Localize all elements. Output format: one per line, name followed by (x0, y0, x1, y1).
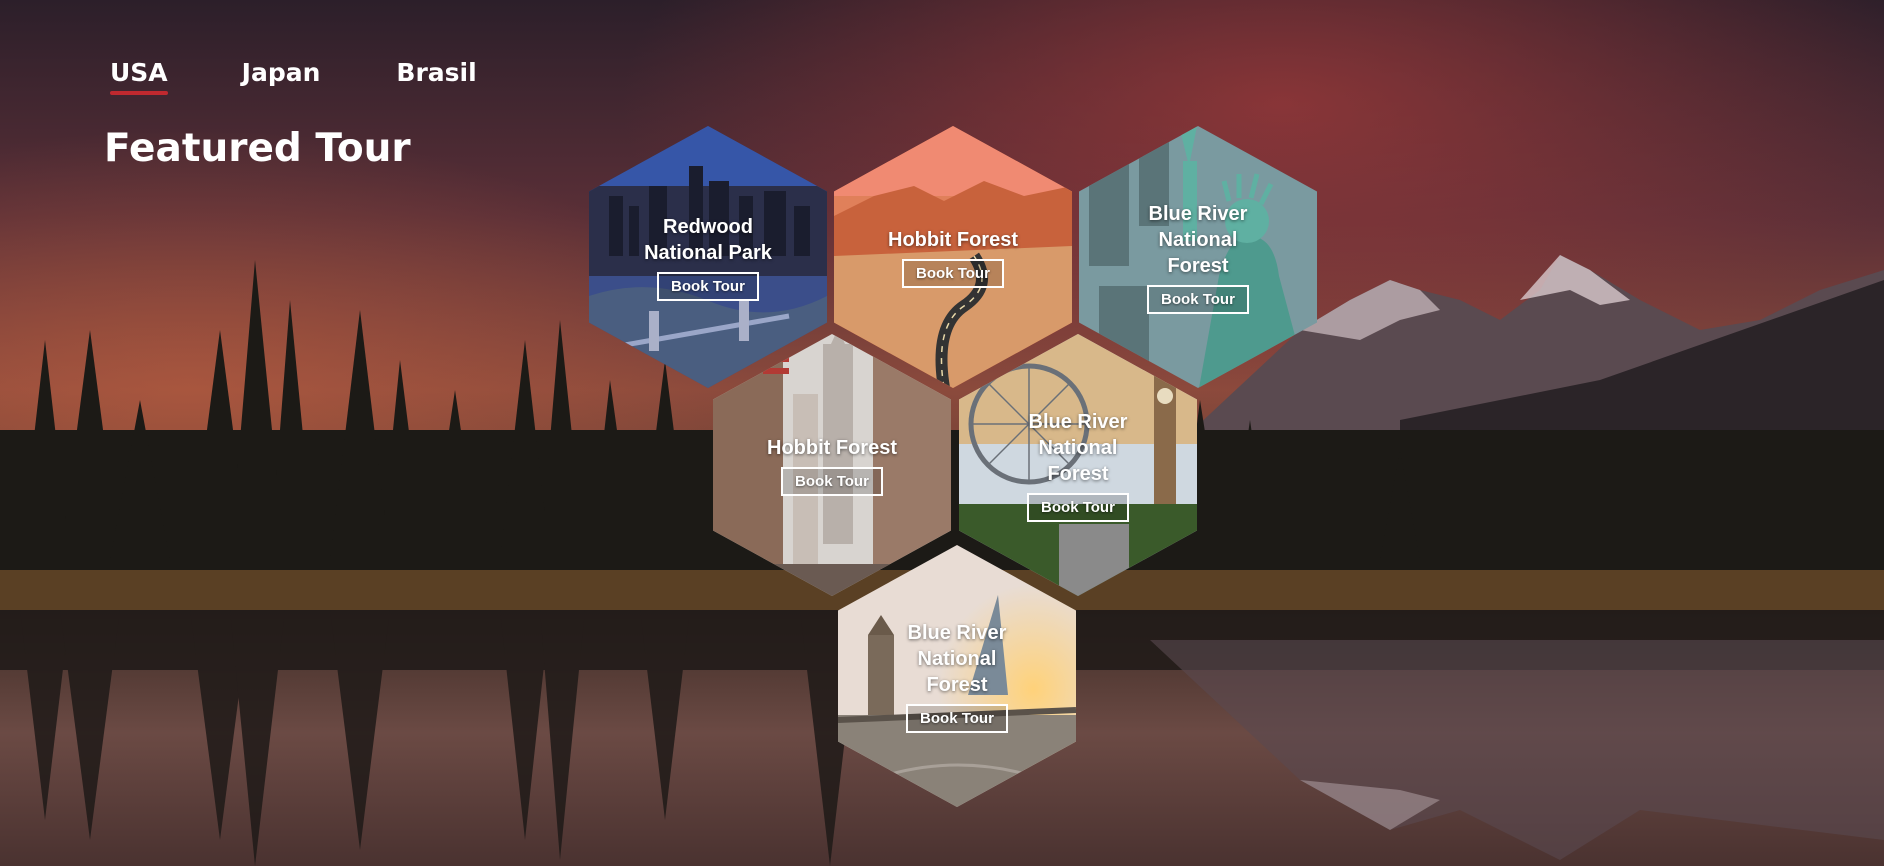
tour-content: Hobbit Forest Book Tour (888, 227, 1018, 288)
tour-content: Blue River National Forest Book Tour (1133, 201, 1263, 314)
country-tabs: USA Japan Brasil (110, 58, 477, 95)
tour-content: Blue River National Forest Book Tour (892, 620, 1022, 733)
book-tour-button[interactable]: Book Tour (902, 258, 1004, 288)
tab-usa[interactable]: USA (110, 58, 168, 95)
tour-content: Hobbit Forest Book Tour (767, 435, 897, 496)
book-tour-button[interactable]: Book Tour (1027, 492, 1129, 522)
tour-content: Redwood National Park Book Tour (643, 214, 773, 301)
page-title: Featured Tour (104, 126, 411, 171)
tab-japan[interactable]: Japan (242, 58, 321, 93)
book-tour-button[interactable]: Book Tour (657, 271, 759, 301)
tab-brasil[interactable]: Brasil (396, 58, 476, 93)
page: USA Japan Brasil Featured Tour Redwood N… (0, 0, 1884, 866)
book-tour-button[interactable]: Book Tour (781, 466, 883, 496)
tour-content: Blue River National Forest Book Tour (1013, 409, 1143, 522)
tour-name: Blue River National Forest (907, 621, 1007, 696)
tour-name: Blue River National Forest (1028, 410, 1128, 485)
tour-name: Redwood National Park (644, 215, 772, 264)
tour-name: Hobbit Forest (767, 436, 897, 459)
book-tour-button[interactable]: Book Tour (1147, 284, 1249, 314)
book-tour-button[interactable]: Book Tour (906, 703, 1008, 733)
tour-name: Blue River National Forest (1148, 202, 1248, 277)
tour-name: Hobbit Forest (888, 228, 1018, 251)
